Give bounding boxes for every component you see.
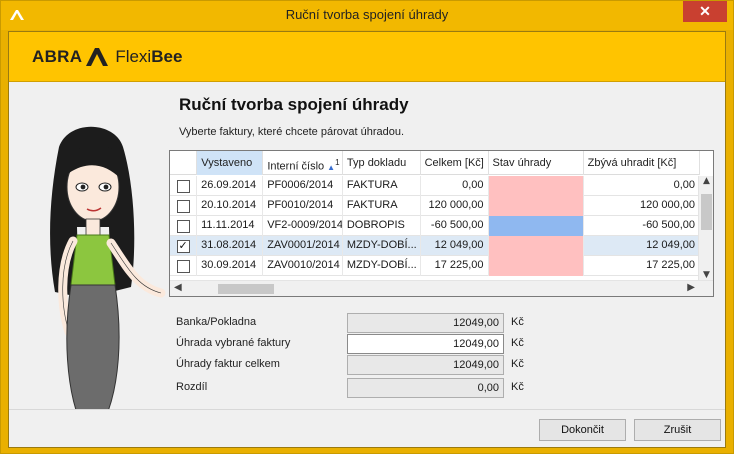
column-header-remaining[interactable]: Zbývá uhradit [Kč] [584,151,701,175]
cell-total: 0,00 [421,176,489,196]
cancel-button[interactable]: Zrušit [634,419,721,441]
cell-issued: 30.09.2014 [197,256,264,276]
cell-internal-number: ZAV0010/2014 [263,256,343,276]
invoice-grid[interactable]: Vystaveno Interní číslo ▲1 Typ dokladu Ce… [169,150,714,297]
difference-currency: Kč [511,381,524,393]
page-title: Ruční tvorba spojení úhrady [179,95,409,114]
cell-total: -60 500,00 [421,216,489,236]
column-header-doc-type[interactable]: Typ dokladu [343,151,421,175]
scroll-right-icon[interactable]: ▶ [687,282,695,293]
scroll-up-icon[interactable]: ▲ [699,176,713,186]
title-bar[interactable]: Ruční tvorba spojení úhrady ✕ [1,1,733,30]
total-row: Úhrady faktur celkem 12049,00 Kč [176,355,536,375]
bank-label: Banka/Pokladna [176,316,257,328]
dialog-body: ABRA Flexi Bee Ruční tvorba spojení úhrad… [8,31,726,448]
row-checkbox-checked[interactable]: ✓ [176,239,190,253]
close-button[interactable]: ✕ [683,1,727,22]
column-header-total[interactable]: Celkem [Kč] [421,151,489,175]
column-header-issued[interactable]: Vystaveno [197,151,264,175]
row-checkbox[interactable] [176,219,190,233]
vertical-scrollbar[interactable]: ▲ ▼ [698,176,713,280]
cell-internal-number: VF2-0009/2014 [263,216,343,236]
cell-issued: 26.09.2014 [197,176,264,196]
cell-total: 120 000,00 [421,196,489,216]
total-currency: Kč [511,358,524,370]
cell-doc-type: DOBROPIS [343,216,421,236]
abra-flexibee-logo: ABRA Flexi Bee [32,47,182,67]
column-header-internal-number[interactable]: Interní číslo ▲1 [263,151,343,175]
cell-total: 12 049,00 [421,236,489,256]
row-checkbox[interactable] [176,199,190,213]
table-row[interactable]: 20.10.2014 PF0010/2014 FAKTURA 120 000,0… [170,196,701,216]
column-header-select[interactable] [170,151,198,175]
column-header-payment-state[interactable]: Stav úhrady [489,151,584,175]
cell-remaining: 120 000,00 [584,196,701,216]
cell-remaining: -60 500,00 [584,216,701,236]
total-label: Úhrady faktur celkem [176,358,280,370]
difference-field: 0,00 [347,378,504,398]
window-title: Ruční tvorba spojení úhrady [285,7,449,22]
bank-field: 12049,00 [347,313,504,333]
cell-remaining: 12 049,00 [584,236,701,256]
horizontal-scrollbar[interactable]: ◀ ▶ [170,280,713,296]
grid-rows: 26.09.2014 PF0006/2014 FAKTURA 0,00 0,00… [170,176,701,276]
table-row[interactable]: 30.09.2014 ZAV0010/2014 MZDY-DOBÍ... 17 … [170,256,701,276]
cell-doc-type: MZDY-DOBÍ... [343,236,421,256]
sort-order-number: 1 [335,158,340,167]
dialog-window: Ruční tvorba spojení úhrady ✕ ABRA Flexi… [0,0,734,454]
cell-payment-state [488,256,584,276]
cell-payment-state [488,176,584,196]
page-subtitle: Vyberte faktury, které chcete párovat úh… [179,126,405,138]
vertical-scroll-thumb[interactable] [701,194,712,230]
bank-currency: Kč [511,316,524,328]
sort-ascending-icon: ▲ [327,162,336,172]
row-checkbox[interactable] [176,179,190,193]
difference-label: Rozdíl [176,381,208,393]
payment-currency: Kč [511,337,524,349]
assistant-illustration [50,126,166,420]
logo-flexi-text: Flexi [115,47,152,66]
cell-doc-type: FAKTURA [343,196,421,216]
logo-mark-icon [86,48,109,66]
cell-issued: 31.08.2014 [197,236,264,256]
cell-payment-state [488,216,584,236]
dialog-footer: Dokončit Zrušit [9,409,725,447]
table-row[interactable]: 26.09.2014 PF0006/2014 FAKTURA 0,00 0,00 [170,176,701,196]
horizontal-scroll-thumb[interactable] [218,284,274,294]
table-row[interactable]: 11.11.2014 VF2-0009/2014 DOBROPIS -60 50… [170,216,701,236]
cell-payment-state [488,196,584,216]
header-banner: ABRA Flexi Bee [9,32,725,82]
cell-total: 17 225,00 [421,256,489,276]
cell-doc-type: FAKTURA [343,176,421,196]
cell-doc-type: MZDY-DOBÍ... [343,256,421,276]
scroll-left-icon[interactable]: ◀ [174,282,182,293]
cell-internal-number: PF0010/2014 [263,196,343,216]
logo-bee-text: Bee [151,47,183,66]
finish-button[interactable]: Dokončit [539,419,626,441]
bank-row: Banka/Pokladna 12049,00 Kč [176,313,536,333]
payment-row: Úhrada vybrané faktury 12049,00 Kč [176,334,536,354]
cell-issued: 11.11.2014 [197,216,264,236]
total-field: 12049,00 [347,355,504,375]
cell-remaining: 0,00 [584,176,701,196]
cell-issued: 20.10.2014 [197,196,264,216]
difference-row: Rozdíl 0,00 Kč [176,378,536,398]
cell-internal-number: PF0006/2014 [263,176,343,196]
cell-payment-state [488,236,584,256]
grid-header: Vystaveno Interní číslo ▲1 Typ dokladu Ce… [170,151,701,175]
cell-internal-number: ZAV0001/2014 [263,236,343,256]
scroll-down-icon[interactable]: ▼ [699,270,713,280]
payment-input[interactable]: 12049,00 [347,334,504,354]
row-checkbox[interactable] [176,259,190,273]
logo-abra-text: ABRA [32,47,83,66]
cell-remaining: 17 225,00 [584,256,701,276]
table-row-selected[interactable]: ✓ 31.08.2014 ZAV0001/2014 MZDY-DOBÍ... 1… [170,236,701,256]
payment-label: Úhrada vybrané faktury [176,337,291,349]
